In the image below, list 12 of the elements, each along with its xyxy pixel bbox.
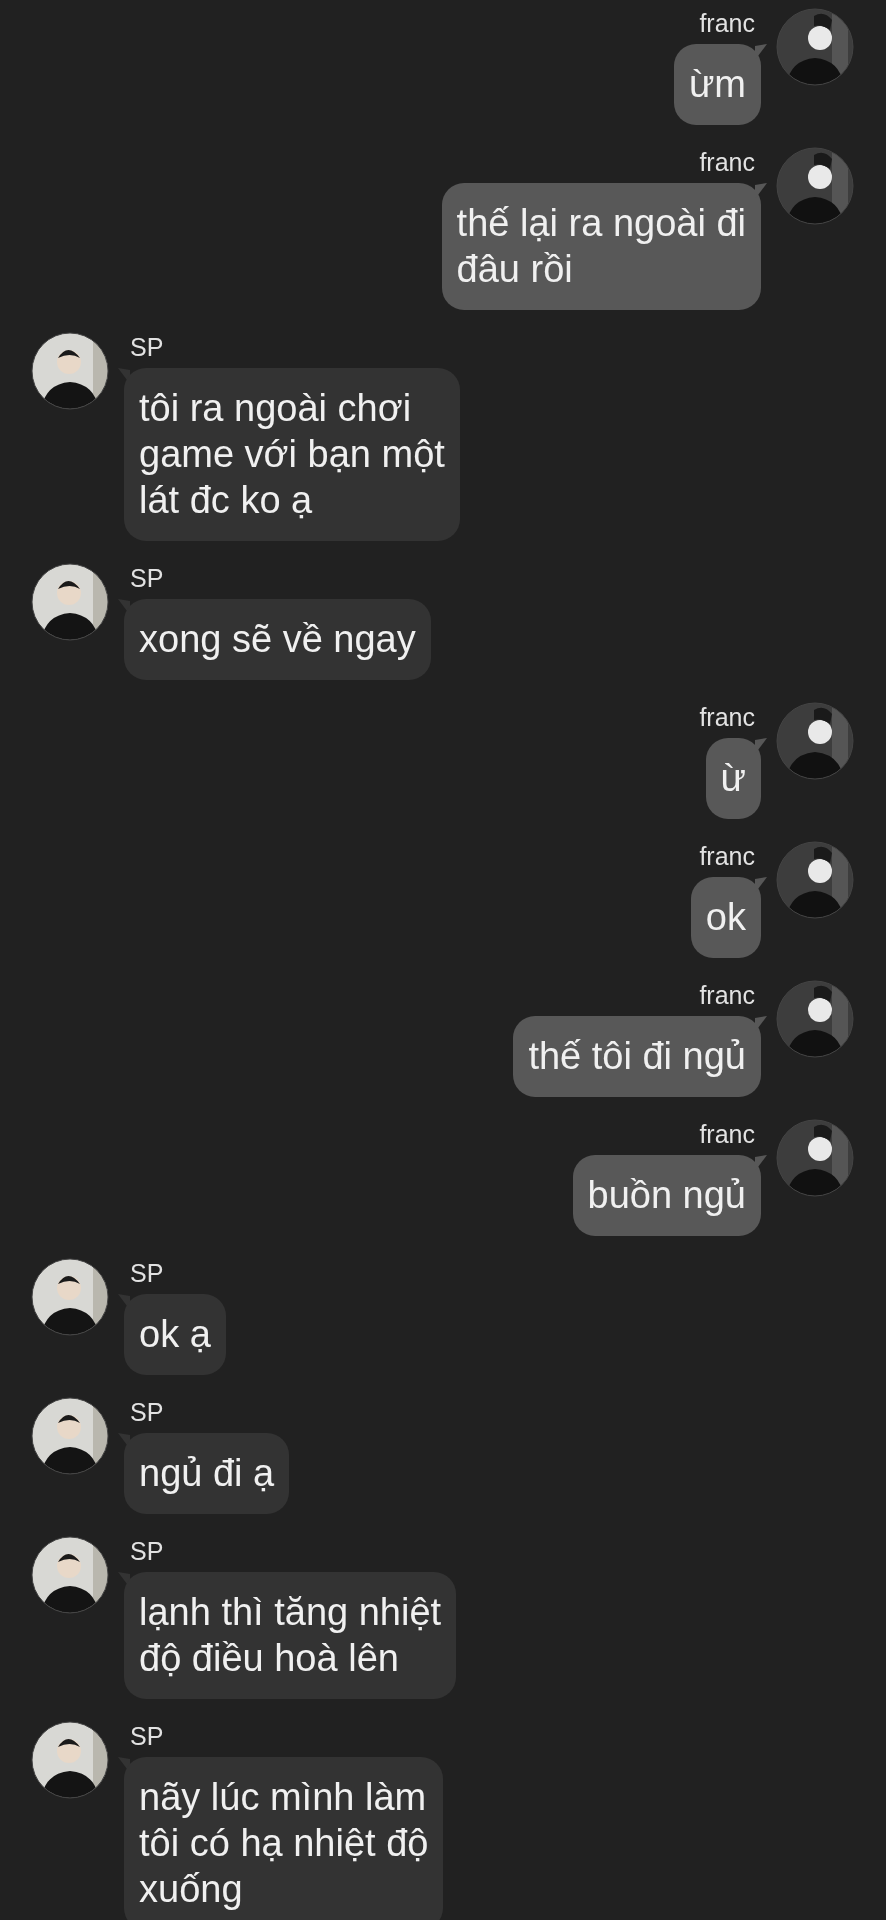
sender-name: SP	[129, 332, 165, 362]
sender-name: franc	[698, 980, 756, 1010]
sender-name: franc	[698, 841, 756, 871]
sender-name: SP	[129, 1258, 165, 1288]
sender-name: franc	[698, 702, 756, 732]
sender-name: SP	[129, 1536, 165, 1566]
sender-name: SP	[129, 563, 165, 593]
sender-name: franc	[698, 8, 756, 38]
sender-name: SP	[129, 1397, 165, 1427]
sender-name: franc	[698, 1119, 756, 1149]
sender-name: franc	[698, 147, 756, 177]
sender-name: SP	[129, 1721, 165, 1751]
